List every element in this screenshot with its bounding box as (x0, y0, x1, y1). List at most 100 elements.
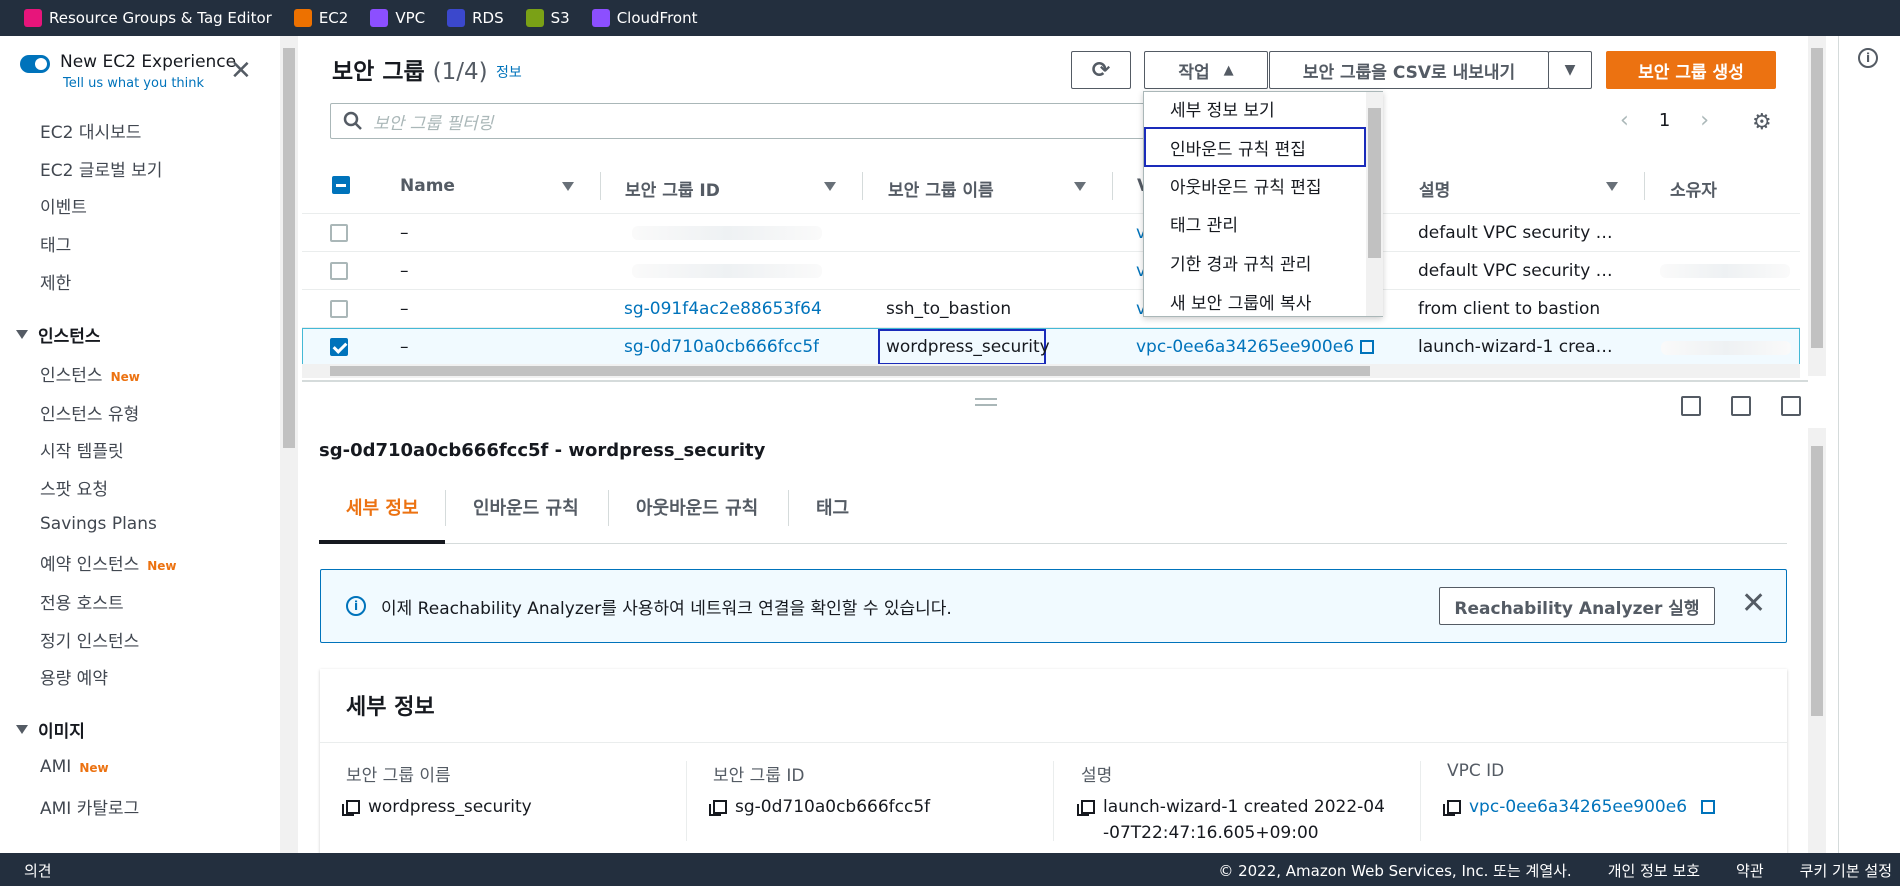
table-horizontal-scrollbar[interactable] (302, 364, 1800, 378)
feedback-link[interactable]: 의견 (24, 860, 52, 881)
sort-icon[interactable] (1606, 182, 1618, 191)
service-shortcut-cloudfront[interactable]: CloudFront (591, 9, 697, 27)
service-shortcut-s3[interactable]: S3 (525, 9, 570, 27)
copy-icon[interactable] (709, 800, 727, 816)
column-header-sg-id[interactable]: 보안 그룹 ID (625, 176, 720, 201)
sidebar-item-ami-catalog[interactable]: AMI 카탈로그 (40, 794, 139, 819)
sidebar-item-tags[interactable]: 태그 (40, 231, 71, 256)
selection-count: (1/4) (432, 59, 488, 85)
column-header-sg-name[interactable]: 보안 그룹 이름 (888, 176, 994, 201)
table-row[interactable]: – sg-091f4ac2e88653f64 ssh_to_bastion v … (302, 290, 1800, 328)
row-checkbox[interactable] (330, 262, 348, 280)
sidebar-section-instances[interactable]: 인스턴스 (16, 322, 101, 347)
sidebar-item-dedicated-hosts[interactable]: 전용 호스트 (40, 589, 124, 614)
table-vertical-scrollbar[interactable] (1808, 36, 1826, 376)
vpc-id-link[interactable]: vpc-0ee6a34265ee900e6 (1469, 794, 1687, 820)
sidebar-section-images[interactable]: 이미지 (16, 717, 85, 742)
sidebar-item-launch-templates[interactable]: 시작 템플릿 (40, 437, 124, 462)
menu-item-edit-inbound-rules[interactable]: 인바운드 규칙 편집 (1170, 135, 1306, 160)
tab-tags[interactable]: 태그 (816, 494, 849, 520)
run-reachability-analyzer-button[interactable]: Reachability Analyzer 실행 (1439, 587, 1715, 625)
sidebar-item-ami[interactable]: AMI New (40, 757, 109, 777)
sort-icon[interactable] (562, 182, 574, 191)
menu-item-edit-outbound-rules[interactable]: 아웃바운드 규칙 편집 (1170, 173, 1322, 198)
sidebar-item-spot-requests[interactable]: 스팟 요청 (40, 475, 108, 500)
copy-icon[interactable] (1443, 800, 1461, 816)
scrollbar-thumb[interactable] (1368, 108, 1381, 258)
create-security-group-button[interactable]: 보안 그룹 생성 (1606, 51, 1776, 89)
copy-icon[interactable] (1077, 800, 1095, 816)
gear-icon[interactable]: ⚙ (1752, 110, 1772, 135)
sort-icon[interactable] (1074, 182, 1086, 191)
sidebar-item-reserved-instances[interactable]: 예약 인스턴스 New (40, 550, 177, 575)
cell-sg-id-link[interactable]: sg-091f4ac2e88653f64 (624, 299, 822, 319)
scrollbar-thumb[interactable] (1811, 48, 1823, 348)
sidebar-item-dashboard[interactable]: EC2 대시보드 (40, 118, 141, 143)
service-shortcut-resource-groups[interactable]: Resource Groups & Tag Editor (24, 9, 272, 27)
menu-item-copy-to-new-group[interactable]: 새 보안 그룹에 복사 (1170, 289, 1311, 314)
search-input[interactable]: 보안 그룹 필터링 (330, 103, 1146, 139)
chevron-right-icon[interactable]: › (1700, 108, 1709, 133)
column-header-description[interactable]: 설명 (1419, 176, 1450, 201)
info-link[interactable]: 정보 (496, 62, 522, 82)
sidebar-item-instances[interactable]: 인스턴스 New (40, 361, 140, 386)
new-experience-toggle[interactable] (20, 55, 50, 73)
sidebar-item-scheduled-instances[interactable]: 정기 인스턴스 (40, 627, 139, 652)
detail-vertical-scrollbar[interactable] (1808, 428, 1826, 853)
menu-item-manage-tags[interactable]: 태그 관리 (1170, 211, 1238, 236)
actions-button[interactable]: 작업 ▲ (1144, 51, 1268, 89)
info-icon[interactable]: i (1858, 48, 1878, 68)
sidebar-item-limits[interactable]: 제한 (40, 269, 71, 294)
tab-outbound-rules[interactable]: 아웃바운드 규칙 (636, 494, 758, 520)
terms-link[interactable]: 약관 (1736, 860, 1764, 881)
cell-sg-id-link[interactable]: sg-0d710a0cb666fcc5f (624, 337, 819, 357)
service-shortcut-rds[interactable]: RDS (447, 9, 504, 27)
sidebar-item-instance-types[interactable]: 인스턴스 유형 (40, 400, 139, 425)
resize-handle-icon[interactable] (975, 398, 997, 406)
menu-item-manage-stale-rules[interactable]: 기한 경과 규칙 관리 (1170, 250, 1311, 275)
detail-tabs: 세부 정보 인바운드 규칙 아웃바운드 규칙 태그 (319, 480, 1787, 544)
table-row-selected[interactable]: – sg-0d710a0cb666fcc5f wordpress_securit… (302, 328, 1800, 366)
column-header-owner[interactable]: 소유자 (1670, 176, 1717, 201)
row-checkbox[interactable] (330, 300, 348, 318)
refresh-button[interactable]: ⟳ (1071, 51, 1131, 89)
feedback-link[interactable]: Tell us what you think (63, 76, 236, 91)
scrollbar-thumb[interactable] (330, 366, 1370, 376)
row-checkbox[interactable] (330, 224, 348, 242)
info-icon: i (346, 596, 366, 616)
close-icon[interactable]: ✕ (230, 56, 252, 86)
sidebar-item-savings-plans[interactable]: Savings Plans (40, 514, 157, 534)
column-header-name[interactable]: Name (400, 176, 455, 196)
tab-inbound-rules[interactable]: 인바운드 규칙 (473, 494, 579, 520)
select-all-checkbox[interactable] (332, 176, 350, 194)
service-shortcut-ec2[interactable]: EC2 (293, 9, 348, 27)
scrollbar-thumb[interactable] (1811, 446, 1823, 716)
service-shortcut-vpc[interactable]: VPC (370, 9, 425, 27)
page-number[interactable]: 1 (1659, 110, 1670, 131)
privacy-link[interactable]: 개인 정보 보호 (1608, 860, 1700, 881)
export-csv-button[interactable]: 보안 그룹을 CSV로 내보내기 (1269, 51, 1549, 89)
scrollbar-thumb[interactable] (283, 48, 295, 448)
row-checkbox[interactable] (330, 338, 348, 356)
column-divider (600, 172, 601, 200)
export-dropdown-button[interactable]: ▼ (1548, 51, 1592, 89)
split-full-icon[interactable] (1781, 396, 1801, 416)
split-side-icon[interactable] (1731, 396, 1751, 416)
sidebar-item-global-view[interactable]: EC2 글로벌 보기 (40, 156, 162, 181)
cookie-preferences-link[interactable]: 쿠키 기본 설정 (1800, 860, 1892, 881)
chevron-left-icon[interactable]: ‹ (1620, 108, 1629, 133)
split-bottom-icon[interactable] (1681, 396, 1701, 416)
menu-scrollbar[interactable] (1366, 92, 1383, 316)
cell-vpc-link[interactable]: vpc-0ee6a34265ee900e6 (1136, 337, 1375, 357)
external-link-icon[interactable] (1701, 800, 1716, 814)
close-icon[interactable]: ✕ (1741, 586, 1766, 621)
sidebar-item-events[interactable]: 이벤트 (40, 193, 87, 218)
copy-icon[interactable] (342, 800, 360, 816)
table-row[interactable]: – v default VPC security gr… (302, 214, 1800, 252)
sidebar-scrollbar[interactable] (280, 36, 298, 853)
sort-icon[interactable] (824, 182, 836, 191)
table-row[interactable]: – v default VPC security gr… (302, 252, 1800, 290)
tab-details[interactable]: 세부 정보 (346, 494, 419, 520)
menu-item-view-details[interactable]: 세부 정보 보기 (1170, 96, 1275, 121)
sidebar-item-capacity-reservations[interactable]: 용량 예약 (40, 664, 108, 689)
